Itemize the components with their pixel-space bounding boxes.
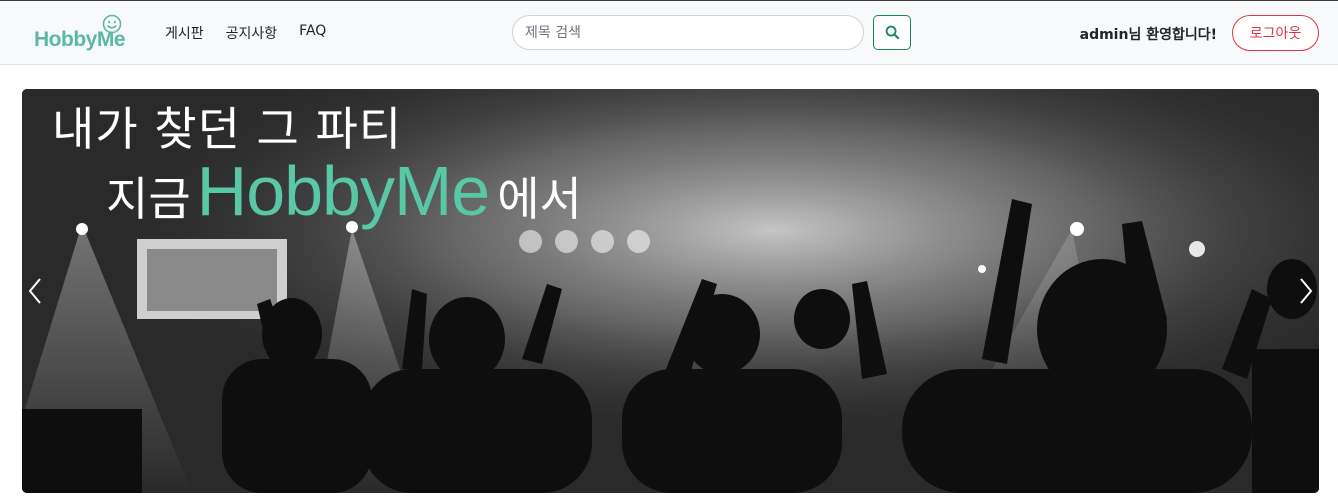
carousel-next-button[interactable] xyxy=(1291,269,1319,313)
logo-text: HobbyMe xyxy=(34,28,126,51)
search-input[interactable] xyxy=(512,15,864,50)
carousel-indicators xyxy=(519,230,650,253)
welcome-text: admin님 환영합니다! xyxy=(1079,27,1217,43)
brand-logo[interactable]: HobbyMe xyxy=(33,14,133,54)
carousel-indicator-3[interactable] xyxy=(591,230,614,253)
logout-button[interactable]: 로그아웃 xyxy=(1232,15,1319,51)
hero-headline-suffix: 에서 xyxy=(497,172,582,226)
hero-headline-brand: HobbyMe xyxy=(196,152,491,230)
chevron-left-icon xyxy=(28,278,41,304)
nav-links: 게시판 공지사항 FAQ xyxy=(165,23,348,43)
nav-link-notice[interactable]: 공지사항 xyxy=(226,23,278,43)
nav-link-faq[interactable]: FAQ xyxy=(299,23,326,43)
search-button[interactable] xyxy=(873,15,911,50)
carousel-indicator-1[interactable] xyxy=(519,230,542,253)
hero-headline-line1: 내가 찾던 그 파티 xyxy=(52,102,403,156)
navbar: HobbyMe 게시판 공지사항 FAQ admin님 환영합니다! 로그아웃 xyxy=(0,1,1338,65)
hero-headline-prefix: 지금 xyxy=(106,172,191,226)
search-icon xyxy=(885,25,899,40)
nav-link-board[interactable]: 게시판 xyxy=(165,23,204,43)
chevron-right-icon xyxy=(1300,278,1313,304)
hero-headline-line2: 지금 HobbyMe 에서 xyxy=(106,151,582,231)
carousel-indicator-2[interactable] xyxy=(555,230,578,253)
carousel-indicator-4[interactable] xyxy=(627,230,650,253)
carousel-prev-button[interactable] xyxy=(22,269,50,313)
hero-carousel: 내가 찾던 그 파티 지금 HobbyMe 에서 xyxy=(22,89,1319,493)
